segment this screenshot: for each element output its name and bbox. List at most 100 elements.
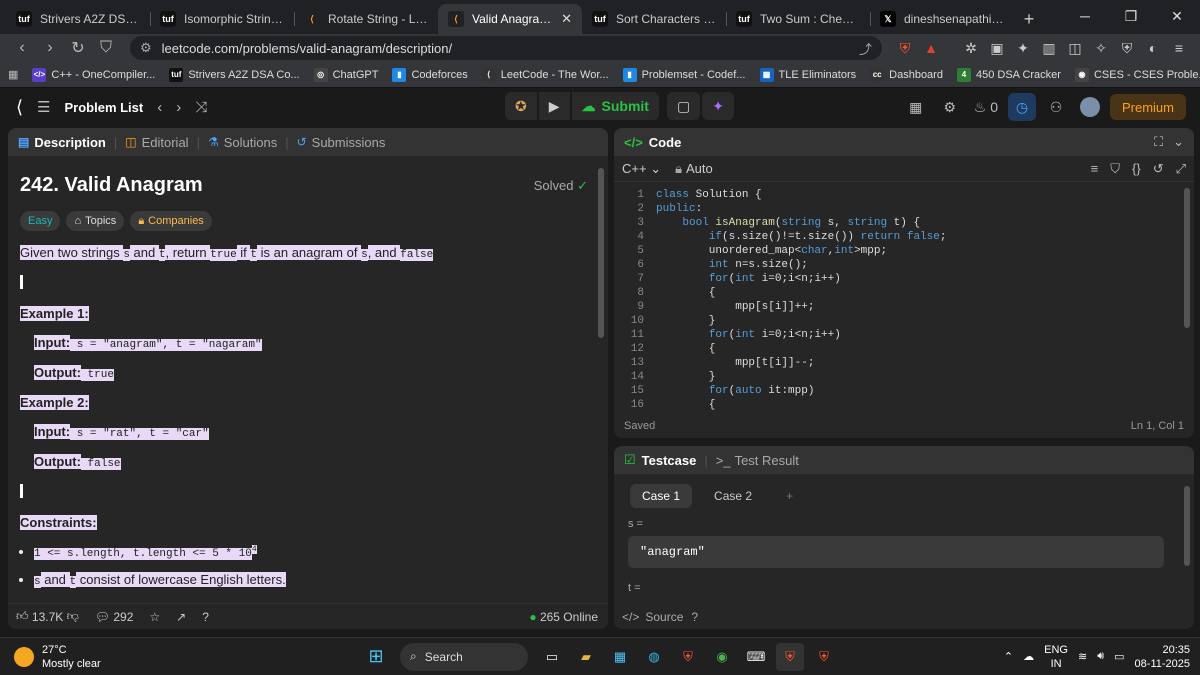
- browser-tab[interactable]: tuf Sort Characters By Frequen: [582, 4, 726, 34]
- bookmark-item[interactable]: ◎ ChatGPT: [313, 67, 378, 82]
- browser-tab[interactable]: 𝕏dineshsenapathi (@dsenap: [870, 4, 1014, 34]
- run-button[interactable]: ▶: [538, 92, 570, 120]
- like-button[interactable]: 👍︎ 13.7K 👎︎: [16, 609, 79, 624]
- comments-button[interactable]: 💬︎ 292: [95, 610, 134, 624]
- s-input[interactable]: "anagram": [628, 536, 1164, 568]
- brave-icon[interactable]: ⛨: [674, 643, 702, 671]
- screenshot-icon[interactable]: ▣: [984, 35, 1010, 61]
- bookmark-item[interactable]: ⟨ LeetCode - The Wor...: [481, 67, 609, 82]
- collapse-icon[interactable]: ⌄: [1173, 134, 1184, 150]
- bookmark-icon[interactable]: ⛉: [92, 34, 120, 62]
- close-window-button[interactable]: ✕: [1154, 0, 1200, 32]
- apps-icon[interactable]: ▦: [8, 68, 18, 81]
- settings-gear-icon[interactable]: ⚙: [936, 93, 964, 121]
- star-icon[interactable]: ☆: [149, 610, 160, 624]
- tab-testcase[interactable]: Testcase: [642, 453, 697, 468]
- wifi-icon[interactable]: ≋: [1078, 650, 1087, 663]
- editor-scrollbar[interactable]: [1184, 188, 1190, 328]
- leo-icon[interactable]: ✧: [1088, 35, 1114, 61]
- tab-test-result[interactable]: Test Result: [735, 453, 799, 468]
- bookmark-item[interactable]: ▦ TLE Eliminators: [759, 67, 856, 82]
- browser-tab[interactable]: tuf Isomorphic Strings - LeetC: [150, 4, 294, 34]
- new-tab-button[interactable]: +: [1014, 4, 1044, 34]
- url-bar[interactable]: ⚙ leetcode.com/problems/valid-anagram/de…: [130, 36, 882, 60]
- bookmark-item[interactable]: ◉ CSES - CSES Proble...: [1074, 67, 1200, 82]
- topics-chip[interactable]: ⌂ Topics: [66, 211, 125, 231]
- battery-icon[interactable]: ▭: [1114, 650, 1124, 663]
- task-view-icon[interactable]: ▭: [538, 643, 566, 671]
- fullscreen-icon[interactable]: ⤢: [1176, 161, 1186, 177]
- site-info-icon[interactable]: ⚙: [140, 40, 152, 56]
- ai-icon[interactable]: ✦: [1010, 35, 1036, 61]
- submit-button[interactable]: ☁ Submit: [571, 92, 659, 120]
- brave-active-icon[interactable]: ⛨: [776, 642, 804, 671]
- restore-button[interactable]: ❐: [1108, 0, 1154, 32]
- tab-description[interactable]: ▤ Description: [18, 135, 106, 150]
- testcase-scrollbar[interactable]: [1184, 486, 1190, 566]
- language-select[interactable]: C++ ⌄: [622, 161, 661, 177]
- chrome-icon[interactable]: ◉: [708, 643, 736, 671]
- keyboard-app-icon[interactable]: ⌨: [742, 643, 770, 671]
- description-scrollbar[interactable]: [598, 168, 604, 338]
- case-2-tab[interactable]: Case 2: [702, 484, 764, 508]
- bookmark-code-icon[interactable]: ⛉: [1110, 161, 1120, 177]
- streak-counter[interactable]: ♨ 0: [970, 93, 1002, 121]
- shuffle-icon[interactable]: ⤨: [195, 99, 207, 116]
- debug-button[interactable]: ✪: [505, 92, 537, 120]
- close-tab-icon[interactable]: ✕: [561, 11, 572, 27]
- add-case-icon[interactable]: +: [774, 484, 805, 508]
- extensions-icon[interactable]: ✲: [958, 35, 984, 61]
- problem-list-icon[interactable]: ☰: [37, 98, 50, 116]
- thumbs-down-icon[interactable]: 👎︎: [67, 609, 79, 624]
- bookmark-item[interactable]: cc Dashboard: [870, 67, 943, 82]
- leetcode-logo-icon[interactable]: ⟨: [16, 97, 23, 118]
- minimize-button[interactable]: ─: [1062, 0, 1108, 32]
- bookmark-item[interactable]: ▮ Codeforces: [392, 67, 468, 82]
- menu-icon[interactable]: ≡: [1166, 35, 1192, 61]
- tab-solutions[interactable]: ⚗ Solutions: [208, 135, 277, 150]
- prev-problem-icon[interactable]: ‹: [157, 99, 162, 116]
- wallet-icon[interactable]: ◫: [1062, 35, 1088, 61]
- clock[interactable]: 20:35 08-11-2025: [1135, 643, 1190, 671]
- reload-button[interactable]: ↻: [64, 34, 92, 62]
- edge-icon[interactable]: ◍: [640, 643, 668, 671]
- sidebar-icon[interactable]: ▥: [1036, 35, 1062, 61]
- difficulty-chip[interactable]: Easy: [20, 211, 61, 231]
- tab-submissions[interactable]: ↺ Submissions: [297, 135, 386, 150]
- timer-icon[interactable]: ◷: [1007, 93, 1036, 121]
- language-indicator[interactable]: ENG IN: [1044, 643, 1068, 671]
- layout-icon[interactable]: ▦: [902, 93, 930, 121]
- weather-widget[interactable]: 27°C Mostly clear: [0, 643, 220, 671]
- problem-title[interactable]: 242. Valid Anagram: [20, 174, 596, 197]
- browser-tab[interactable]: tuf Strivers A2Z DSA Course/S: [6, 4, 150, 34]
- brave-shield-icon[interactable]: ⛨: [892, 35, 918, 61]
- vpn-icon[interactable]: ⛨: [1114, 35, 1140, 61]
- browser-tab[interactable]: ⟨ Valid Anagram - LeetC ✕: [438, 4, 582, 34]
- avatar[interactable]: [1076, 93, 1104, 121]
- browser-tab[interactable]: tuf Two Sum : Check if a pair: [726, 4, 870, 34]
- ai-assist-button[interactable]: ✦: [702, 92, 734, 120]
- bookmark-item[interactable]: 4 450 DSA Cracker: [956, 67, 1061, 82]
- braces-icon[interactable]: {}: [1132, 161, 1141, 177]
- chevron-up-icon[interactable]: ⌃: [1004, 650, 1013, 663]
- bookmark-item[interactable]: </> C++ - OneCompiler...: [32, 67, 155, 82]
- case-1-tab[interactable]: Case 1: [630, 484, 693, 508]
- code-editor[interactable]: 1 class Solution {2 public: 3 bool isAnagra…: [614, 182, 1194, 412]
- forward-button[interactable]: ›: [36, 34, 64, 62]
- bookmark-item[interactable]: tuf Strivers A2Z DSA Co...: [169, 67, 300, 82]
- auto-mode[interactable]: Auto: [686, 161, 713, 176]
- start-icon[interactable]: ⊞: [362, 643, 390, 671]
- brave-profile-icon[interactable]: ⛨: [810, 643, 838, 671]
- companies-chip[interactable]: 🔒︎ Companies: [130, 211, 212, 231]
- browser-tab[interactable]: ⟨ Rotate String - LeetCode: [294, 4, 438, 34]
- search-box[interactable]: ⌕ Search: [400, 642, 528, 671]
- help-icon[interactable]: ?: [691, 610, 698, 624]
- format-icon[interactable]: ≡: [1091, 161, 1099, 177]
- maximize-icon[interactable]: ⛶: [1154, 134, 1173, 150]
- store-icon[interactable]: ▦: [606, 643, 634, 671]
- reset-icon[interactable]: ↺: [1153, 161, 1164, 177]
- add-collaborator-icon[interactable]: ⚇: [1042, 93, 1070, 121]
- volume-icon[interactable]: 🔊︎: [1097, 650, 1104, 663]
- network-status-icon[interactable]: ☁: [1023, 650, 1034, 663]
- file-explorer-icon[interactable]: ▰: [572, 643, 600, 671]
